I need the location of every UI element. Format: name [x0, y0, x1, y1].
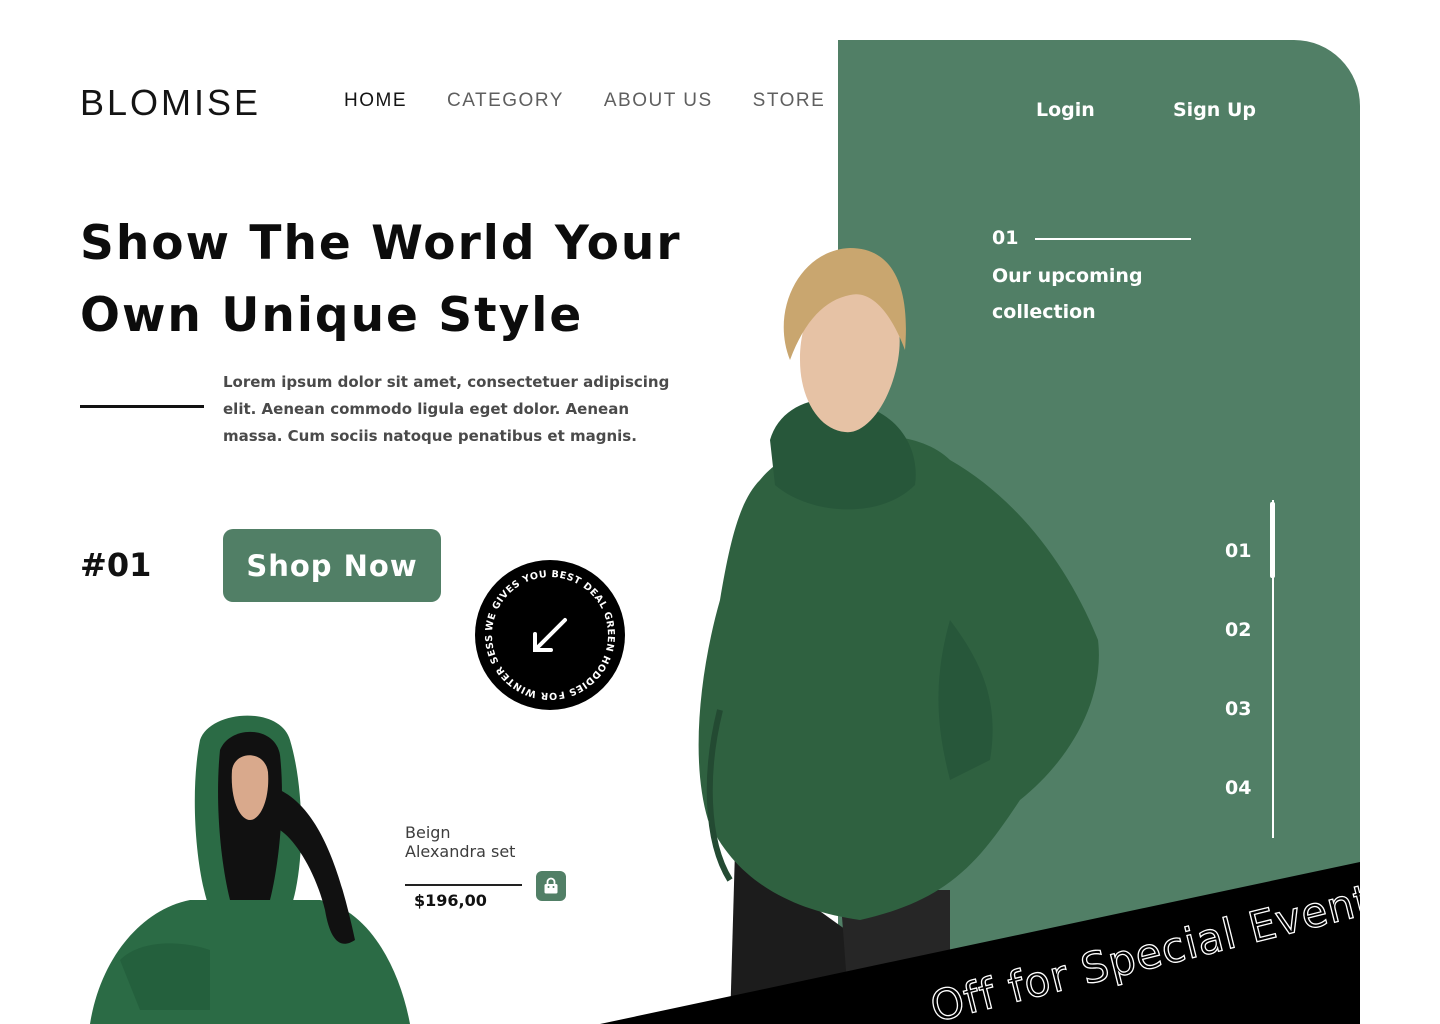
product-name-line-2: Alexandra set	[405, 842, 516, 861]
shopping-bag-icon	[544, 877, 558, 894]
nav-item-store[interactable]: STORE	[753, 90, 826, 112]
pager-active-indicator	[1270, 502, 1275, 578]
product-name[interactable]: Beign Alexandra set	[405, 823, 555, 861]
hero-title-line-1: Show The World Your	[80, 216, 682, 271]
product-divider	[405, 884, 522, 886]
main-nav: HOME CATEGORY ABOUT US STORE	[344, 90, 825, 112]
upcoming-divider	[1035, 238, 1191, 240]
shop-now-button[interactable]: Shop Now	[223, 529, 441, 602]
hero-description: Lorem ipsum dolor sit amet, consectetuer…	[223, 373, 670, 445]
pager-item-01[interactable]: 01	[1225, 540, 1251, 562]
event-banner: Off for Special Event	[600, 862, 1360, 1024]
deal-badge[interactable]: WE GIVES YOU BEST DEAL GREEN HODDIES FOR…	[473, 558, 627, 712]
upcoming-collection-text[interactable]: Our upcoming collection	[992, 258, 1192, 330]
upcoming-number: 01	[992, 227, 1019, 249]
product-price: $196,00	[414, 891, 487, 910]
product-model-image	[90, 715, 410, 1024]
upcoming-text-line-1: Our upcoming	[992, 265, 1143, 287]
pager-item-04[interactable]: 04	[1225, 777, 1251, 799]
nav-item-about-us[interactable]: ABOUT US	[604, 90, 713, 112]
nav-item-category[interactable]: CATEGORY	[447, 90, 564, 112]
pager-item-03[interactable]: 03	[1225, 698, 1251, 720]
add-to-cart-button[interactable]	[536, 871, 566, 901]
slide-pager: 01 02 03 04	[1225, 500, 1285, 840]
hero-title: Show The World Your Own Unique Style	[80, 208, 720, 352]
signup-link[interactable]: Sign Up	[1173, 99, 1256, 121]
hero-divider	[80, 405, 204, 408]
upcoming-text-line-2: collection	[992, 301, 1096, 323]
login-link[interactable]: Login	[1036, 99, 1095, 121]
hero-title-line-2: Own Unique Style	[80, 288, 584, 343]
hero-number: #01	[80, 546, 152, 584]
product-name-line-1: Beign	[405, 823, 451, 842]
nav-item-home[interactable]: HOME	[344, 90, 407, 112]
pager-item-02[interactable]: 02	[1225, 619, 1251, 641]
brand-logo[interactable]: BLOMISE	[80, 82, 261, 124]
